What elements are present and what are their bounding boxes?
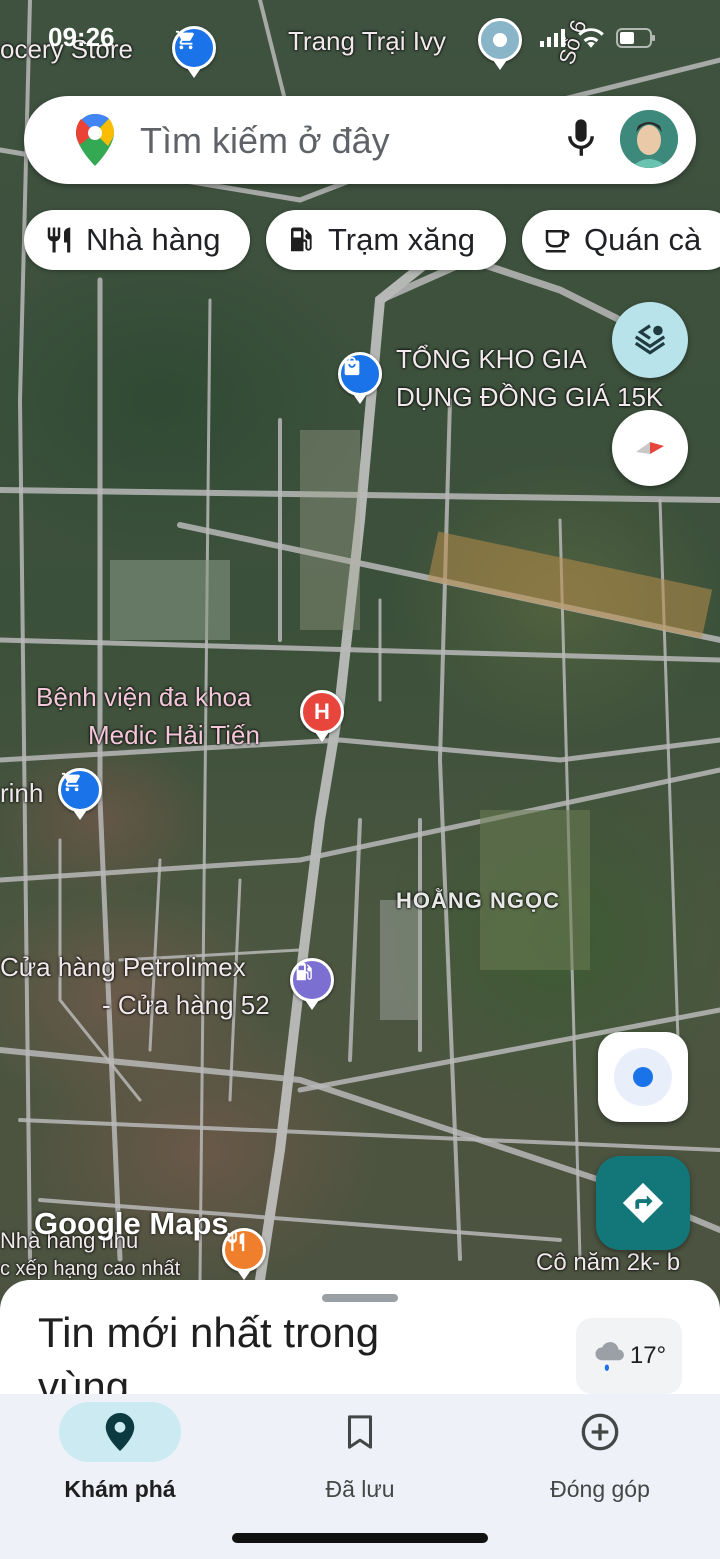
- home-indicator[interactable]: [232, 1533, 488, 1543]
- google-maps-watermark: Google Maps: [34, 1206, 229, 1241]
- nav-label: Đóng góp: [550, 1476, 650, 1502]
- sheet-drag-handle[interactable]: [322, 1294, 398, 1302]
- nav-explore[interactable]: Khám phá: [0, 1402, 240, 1503]
- layers-button[interactable]: [612, 302, 688, 378]
- google-maps-logo-icon: [76, 114, 114, 166]
- nav-saved[interactable]: Đã lưu: [240, 1402, 480, 1503]
- weather-temp: 17°: [629, 1342, 667, 1369]
- chip-label: Trạm xăng: [328, 222, 476, 257]
- shopping-cart-pin-icon[interactable]: [58, 768, 102, 820]
- weather-chip[interactable]: 17°: [576, 1318, 682, 1394]
- rain-cloud-icon: [595, 1342, 624, 1371]
- search-input[interactable]: Tìm kiếm ở đây: [140, 120, 390, 162]
- status-icons: [540, 28, 656, 48]
- gas-station-pin-icon[interactable]: [290, 958, 334, 1010]
- my-location-icon: [614, 1048, 672, 1106]
- nav-label: Khám phá: [64, 1476, 176, 1502]
- directions-icon: [622, 1182, 664, 1224]
- nav-saved-icon-wrap: [299, 1402, 421, 1462]
- avatar[interactable]: [620, 110, 678, 168]
- status-time: 09:26: [48, 22, 115, 52]
- shopping-bag-pin-icon[interactable]: [338, 352, 382, 404]
- compass-button[interactable]: [612, 410, 688, 486]
- map-label-trinh[interactable]: rinh: [0, 774, 43, 812]
- chip-label: Nhà hàng: [86, 222, 221, 257]
- directions-button[interactable]: [596, 1156, 690, 1250]
- shopping-cart-pin-icon[interactable]: [172, 26, 216, 78]
- map-label-petrol-line2[interactable]: - Cửa hàng 52: [102, 986, 270, 1024]
- battery-icon: [616, 28, 655, 48]
- layers-icon: [634, 324, 666, 355]
- chip-label: Quán cà: [584, 222, 702, 257]
- my-location-button[interactable]: [598, 1032, 688, 1122]
- profile-photo-icon: [620, 110, 678, 168]
- nav-explore-indicator: [59, 1402, 181, 1462]
- map-label-farm[interactable]: Trang Trại Ivy: [288, 22, 446, 60]
- microphone-icon[interactable]: [564, 118, 598, 160]
- nav-contribute[interactable]: Đóng góp: [480, 1402, 720, 1503]
- map-label-hospital-line1[interactable]: Bệnh viện đa khoa: [36, 678, 251, 716]
- map-label-restaurant-line2[interactable]: c xếp hạng cao nhất: [0, 1256, 180, 1282]
- search-bar[interactable]: Tìm kiếm ở đây: [24, 96, 696, 184]
- add-circle-icon: [581, 1413, 619, 1451]
- signal-icon: [540, 29, 565, 47]
- coffee-icon: [542, 225, 572, 255]
- location-pin-icon[interactable]: [478, 18, 522, 70]
- chip-restaurants[interactable]: Nhà hàng: [24, 210, 250, 270]
- map-label-petrol-line1[interactable]: Cửa hàng Petrolimex: [0, 948, 246, 986]
- map-label-warehouse-line2[interactable]: DỤNG ĐỒNG GIÁ 15K: [396, 378, 663, 416]
- nav-contribute-icon-wrap: [539, 1402, 661, 1462]
- explore-pin-icon: [105, 1413, 135, 1451]
- chip-gas-stations[interactable]: Trạm xăng: [266, 210, 506, 270]
- gas-station-icon: [286, 224, 316, 256]
- map-label-warehouse-line1[interactable]: TỔNG KHO GIA: [396, 340, 587, 378]
- restaurant-icon: [44, 224, 74, 256]
- compass-icon: [636, 442, 664, 454]
- nav-label: Đã lưu: [325, 1476, 395, 1502]
- hospital-pin-icon[interactable]: H: [300, 690, 344, 742]
- chip-coffee[interactable]: Quán cà: [522, 210, 720, 270]
- map-label-hospital-line2[interactable]: Medic Hải Tiến: [88, 716, 260, 754]
- wifi-icon: [578, 28, 604, 48]
- bookmark-icon: [347, 1415, 373, 1449]
- map-label-area[interactable]: HOẰNG NGỌC: [396, 882, 560, 920]
